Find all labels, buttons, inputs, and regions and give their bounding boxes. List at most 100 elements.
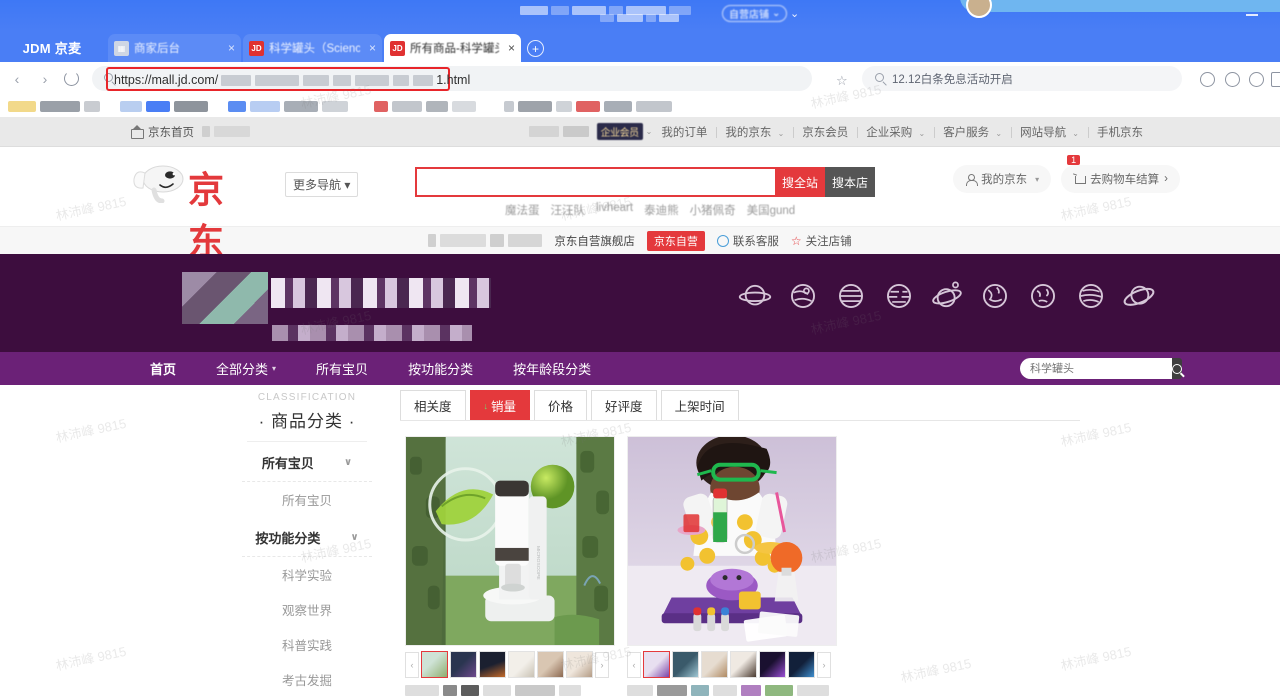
chevron-down-icon[interactable]: ⌄ — [646, 127, 653, 136]
reload-icon[interactable] — [64, 71, 79, 86]
product-image[interactable]: MICROSCOPE — [405, 436, 615, 646]
follow-store-button[interactable]: ☆ 关注店铺 — [791, 233, 852, 249]
browser-tab-2[interactable]: JD 所有商品-科学罐头 × — [384, 34, 521, 62]
thumb-prev-button[interactable]: ‹ — [627, 651, 641, 678]
topbar-item-1[interactable]: 我的京东 ⌄ — [716, 124, 793, 140]
bookmark-item[interactable] — [392, 100, 422, 112]
back-button[interactable]: ‹ — [8, 70, 26, 88]
product-image[interactable] — [627, 436, 837, 646]
sidebar-group-all-products[interactable]: 所有宝贝 ∨ — [232, 442, 382, 481]
hot-word-5[interactable]: 美国gund — [747, 202, 796, 218]
topbar-item-5[interactable]: 网站导航 ⌄ — [1011, 124, 1088, 140]
bookmark-item[interactable] — [556, 100, 572, 112]
topbar-item-3[interactable]: 企业采购 ⌄ — [857, 124, 934, 140]
search-store-button[interactable]: 搜本店 — [825, 167, 875, 197]
window-minimize-button[interactable] — [1246, 14, 1258, 16]
cart-button[interactable]: 1 去购物车结算 › — [1061, 155, 1180, 193]
sidebar-link-all-products[interactable]: 所有宝贝 — [232, 482, 382, 517]
sidebar-link-archaeology[interactable]: 考古发掘 — [232, 662, 382, 697]
bookmark-item[interactable] — [636, 100, 672, 112]
bookmarks-bar[interactable] — [0, 95, 1280, 117]
bookmark-item[interactable] — [146, 100, 170, 112]
profile-icon[interactable] — [1271, 72, 1280, 87]
product-card[interactable]: ‹ › — [627, 436, 837, 699]
avatar[interactable] — [966, 0, 992, 18]
thumb-prev-button[interactable]: ‹ — [405, 651, 419, 678]
close-icon[interactable]: × — [504, 41, 515, 55]
close-icon[interactable]: × — [224, 41, 235, 55]
thumbnail-0[interactable] — [421, 651, 448, 678]
bookmark-star-icon[interactable]: ☆ — [836, 73, 848, 89]
bookmark-item[interactable] — [518, 100, 552, 112]
thumbnail-4[interactable] — [537, 651, 564, 678]
browser-search-box[interactable]: 12.12白条免息活动开启 — [862, 66, 1182, 91]
thumbnail-1[interactable] — [672, 651, 699, 678]
sidebar-link-science-experiment[interactable]: 科学实验 — [232, 557, 382, 592]
nav-item-by-function[interactable]: 按功能分类 — [388, 359, 493, 378]
hot-word-2[interactable]: livheart — [596, 202, 633, 218]
hot-word-0[interactable]: 魔法蛋 — [505, 202, 540, 218]
bookmark-item[interactable] — [504, 100, 514, 112]
home-link[interactable]: 京东首页 — [148, 124, 194, 140]
forward-button[interactable]: › — [36, 70, 54, 88]
bookmark-item[interactable] — [228, 100, 246, 112]
sidebar-link-science-practice[interactable]: 科普实践 — [232, 627, 382, 662]
thumb-next-button[interactable]: › — [817, 651, 831, 678]
contact-service-button[interactable]: 联系客服 — [716, 233, 779, 249]
search-all-button[interactable]: 搜全站 — [775, 167, 825, 197]
sort-tab-relevance[interactable]: 相关度 — [400, 390, 466, 420]
titlebar-store-pill[interactable]: 自营店铺 ⌄ — [722, 5, 788, 22]
thumbnail-0[interactable] — [643, 651, 670, 678]
thumbnail-3[interactable] — [730, 651, 757, 678]
hot-word-1[interactable]: 汪汪队 — [551, 202, 586, 218]
topbar-item-2[interactable]: 京东会员 — [793, 124, 857, 140]
thumbnail-5[interactable] — [788, 651, 815, 678]
thumb-next-button[interactable]: › — [595, 651, 609, 678]
thumbnail-4[interactable] — [759, 651, 786, 678]
hot-word-3[interactable]: 泰迪熊 — [644, 202, 679, 218]
topbar-item-0[interactable]: 我的订单 — [652, 124, 716, 140]
sidebar-link-observe-world[interactable]: 观察世界 — [232, 592, 382, 627]
bookmark-item[interactable] — [452, 100, 476, 112]
browser-tab-0[interactable]: ▦ 商家后台 × — [108, 34, 241, 62]
my-jd-button[interactable]: 我的京东 ▾ — [953, 165, 1052, 193]
sort-tab-newest[interactable]: 上架时间 — [660, 390, 739, 420]
bookmark-item[interactable] — [374, 100, 388, 112]
bookmark-item[interactable] — [8, 100, 36, 112]
bookmark-item[interactable] — [174, 100, 208, 112]
bookmark-item[interactable] — [576, 100, 600, 112]
bookmark-item[interactable] — [40, 100, 80, 112]
store-search-button[interactable] — [1172, 358, 1182, 379]
nav-item-by-age[interactable]: 按年龄段分类 — [493, 359, 611, 378]
bookmark-item[interactable] — [84, 100, 100, 112]
search-input[interactable] — [415, 167, 775, 197]
topbar-item-4[interactable]: 客户服务 ⌄ — [934, 124, 1011, 140]
thumbnail-2[interactable] — [701, 651, 728, 678]
extension-icon[interactable] — [1200, 72, 1215, 87]
thumbnail-3[interactable] — [508, 651, 535, 678]
titlebar-menu-caret-icon[interactable]: ⌄ — [790, 7, 799, 20]
product-card[interactable]: MICROSCOPE ‹ › — [405, 436, 615, 699]
bookmark-item[interactable] — [250, 100, 280, 112]
nav-item-home[interactable]: 首页 — [130, 359, 196, 378]
thumbnail-1[interactable] — [450, 651, 477, 678]
bookmark-item[interactable] — [322, 100, 348, 112]
more-options-icon[interactable] — [1249, 72, 1264, 87]
thumbnail-2[interactable] — [479, 651, 506, 678]
bookmark-item[interactable] — [426, 100, 448, 112]
jd-logo[interactable]: 京东 — [130, 157, 260, 263]
nav-item-all-products[interactable]: 所有宝贝 — [296, 359, 388, 378]
bookmark-item[interactable] — [120, 100, 142, 112]
browser-tab-1[interactable]: JD 科学罐头（Science × — [243, 34, 382, 62]
sort-tab-rating[interactable]: 好评度 — [591, 390, 657, 420]
new-tab-button[interactable]: + — [527, 40, 544, 57]
thumbnail-5[interactable] — [566, 651, 593, 678]
more-nav-button[interactable]: 更多导航 ▾ — [285, 172, 359, 197]
nav-item-all-categories[interactable]: 全部分类 ▾ — [196, 359, 296, 378]
smiley-icon[interactable] — [1225, 72, 1240, 87]
sort-tab-sales[interactable]: ↓ 销量 — [469, 390, 531, 420]
sidebar-group-by-function[interactable]: 按功能分类 ∨ — [232, 517, 382, 556]
close-icon[interactable]: × — [365, 41, 376, 55]
bookmark-item[interactable] — [284, 100, 318, 112]
store-name[interactable]: 京东自营旗舰店 — [554, 233, 635, 249]
